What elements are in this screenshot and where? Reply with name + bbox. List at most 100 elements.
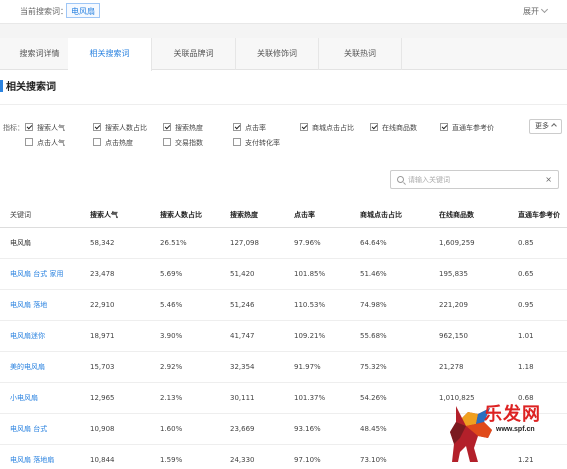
- divider: [0, 104, 567, 105]
- table-cell: 97.10%: [284, 444, 350, 469]
- table-cell: 195,835: [429, 258, 508, 290]
- checkbox-unchecked-icon[interactable]: [25, 138, 33, 146]
- table-cell: 93.16%: [284, 413, 350, 445]
- tab-related-hot[interactable]: 关联热词: [319, 38, 402, 70]
- indicator-label: 点击率: [245, 124, 266, 132]
- keyword-link[interactable]: 电风扇 台式: [0, 413, 80, 445]
- indicator-label: 搜索热度: [175, 124, 203, 132]
- table-cell: 0.65: [508, 258, 567, 290]
- column-header[interactable]: 直通车参考价: [508, 203, 567, 228]
- search-icon: [397, 176, 404, 183]
- keyword-link[interactable]: 美的电风扇: [0, 351, 80, 383]
- indicator-checkbox[interactable]: 搜索人数占比: [93, 123, 147, 133]
- checkbox-unchecked-icon[interactable]: [233, 138, 241, 146]
- column-header[interactable]: 搜索人数占比: [150, 203, 220, 228]
- table-cell: 51,246: [220, 289, 284, 321]
- table-cell: 41,747: [220, 320, 284, 352]
- table-cell: 962,150: [429, 320, 508, 352]
- table-cell: 15,703: [80, 351, 150, 383]
- indicator-checkbox[interactable]: 点击率: [233, 123, 266, 133]
- table-cell: 1.59%: [150, 444, 220, 469]
- indicator-label: 点击热度: [105, 139, 133, 147]
- column-header[interactable]: 商城点击占比: [350, 203, 429, 228]
- table-cell: 1.60%: [150, 413, 220, 445]
- table-cell: 51,420: [220, 258, 284, 290]
- table-cell: 54.26%: [350, 382, 429, 414]
- more-label: 更多: [535, 122, 549, 130]
- tab-related-brand[interactable]: 关联品牌词: [152, 38, 236, 70]
- table-cell: 64.64%: [350, 227, 429, 259]
- table-cell: 221,209: [429, 289, 508, 321]
- table-cell: 21,278: [429, 351, 508, 383]
- table-cell: 10,908: [80, 413, 150, 445]
- column-header[interactable]: 在线商品数: [429, 203, 508, 228]
- keyword-search-box[interactable]: ×: [390, 170, 559, 189]
- expand-toggle[interactable]: 展开: [523, 5, 549, 17]
- tab-related-modifier[interactable]: 关联修饰词: [236, 38, 319, 70]
- table-cell: 74.98%: [350, 289, 429, 321]
- indicator-checkbox[interactable]: 点击热度: [93, 138, 133, 148]
- indicator-label: 支付转化率: [245, 139, 280, 147]
- table-row: 电风扇 58,342 26.51% 127,098 97.96% 64.64% 1,609,…: [0, 227, 567, 259]
- table-row: 电风扇 落地 22,910 5.46% 51,246 110.53% 74.98% 221,…: [0, 289, 567, 321]
- keyword-link[interactable]: 电风扇 落地扇: [0, 444, 80, 469]
- table-cell: 110.53%: [284, 289, 350, 321]
- watermark-text: 乐发网: [484, 404, 541, 425]
- checkbox-checked-icon[interactable]: [25, 123, 33, 131]
- column-header: 关键词: [0, 203, 80, 228]
- tab-related-search[interactable]: 相关搜索词: [68, 38, 152, 71]
- checkbox-checked-icon[interactable]: [163, 123, 171, 131]
- checkbox-unchecked-icon[interactable]: [93, 138, 101, 146]
- checkbox-checked-icon[interactable]: [440, 123, 448, 131]
- keyword-link[interactable]: 电风扇 落地: [0, 289, 80, 321]
- indicator-label: 在线商品数: [382, 124, 417, 132]
- current-keyword-tag[interactable]: 电风扇: [66, 3, 100, 18]
- table-cell: 0.95: [508, 289, 567, 321]
- indicator-checkbox[interactable]: 交易指数: [163, 138, 203, 148]
- watermark: 乐发网 www.spf.cn: [448, 398, 564, 466]
- table-cell: 1.01: [508, 320, 567, 352]
- keyword-link[interactable]: 电风扇: [0, 227, 80, 259]
- keyword-link[interactable]: 电风扇 台式 家用: [0, 258, 80, 290]
- column-header[interactable]: 搜索热度: [220, 203, 284, 228]
- indicator-checkbox[interactable]: 直通车参考价: [440, 123, 494, 133]
- checkbox-unchecked-icon[interactable]: [163, 138, 171, 146]
- table-cell: 2.92%: [150, 351, 220, 383]
- section-title: 相关搜索词: [0, 78, 56, 96]
- indicators-label: 指标：: [3, 124, 24, 132]
- table-header-row: 关键词 搜索人气 搜索人数占比 搜索热度 点击率 商城点击占比 在线商品数 直通车参考价: [0, 203, 567, 228]
- table-cell: 58,342: [80, 227, 150, 259]
- indicator-checkbox[interactable]: 支付转化率: [233, 138, 280, 148]
- checkbox-checked-icon[interactable]: [93, 123, 101, 131]
- table-cell: 0.85: [508, 227, 567, 259]
- indicator-label: 交易指数: [175, 139, 203, 147]
- table-row: 美的电风扇 15,703 2.92% 32,354 91.97% 75.32% 21,278…: [0, 351, 567, 383]
- table-cell: 3.90%: [150, 320, 220, 352]
- indicator-checkbox[interactable]: 点击人气: [25, 138, 65, 148]
- table-cell: 22,910: [80, 289, 150, 321]
- keyword-link[interactable]: 小电风扇: [0, 382, 80, 414]
- checkbox-checked-icon[interactable]: [370, 123, 378, 131]
- indicator-checkbox[interactable]: 商城点击占比: [300, 123, 354, 133]
- tab-bar: 搜索词详情 相关搜索词 关联品牌词 关联修饰词 关联热词: [0, 38, 567, 71]
- current-keyword-label: 当前搜索词：: [20, 7, 68, 16]
- column-header[interactable]: 搜索人气: [80, 203, 150, 228]
- indicator-label: 商城点击占比: [312, 124, 354, 132]
- indicator-checkbox[interactable]: 在线商品数: [370, 123, 417, 133]
- table-cell: 55.68%: [350, 320, 429, 352]
- indicator-label: 搜索人气: [37, 124, 65, 132]
- indicator-checkbox[interactable]: 搜索人气: [25, 123, 65, 133]
- keyword-link[interactable]: 电风扇迷你: [0, 320, 80, 352]
- more-button[interactable]: 更多: [529, 119, 562, 134]
- expand-label: 展开: [523, 7, 539, 16]
- search-input[interactable]: [408, 174, 538, 186]
- indicator-checkbox[interactable]: 搜索热度: [163, 123, 203, 133]
- table-cell: 109.21%: [284, 320, 350, 352]
- table-cell: 2.13%: [150, 382, 220, 414]
- column-header[interactable]: 点击率: [284, 203, 350, 228]
- table-cell: 5.69%: [150, 258, 220, 290]
- table-cell: 101.37%: [284, 382, 350, 414]
- checkbox-checked-icon[interactable]: [300, 123, 308, 131]
- checkbox-checked-icon[interactable]: [233, 123, 241, 131]
- clear-icon[interactable]: ×: [545, 175, 552, 184]
